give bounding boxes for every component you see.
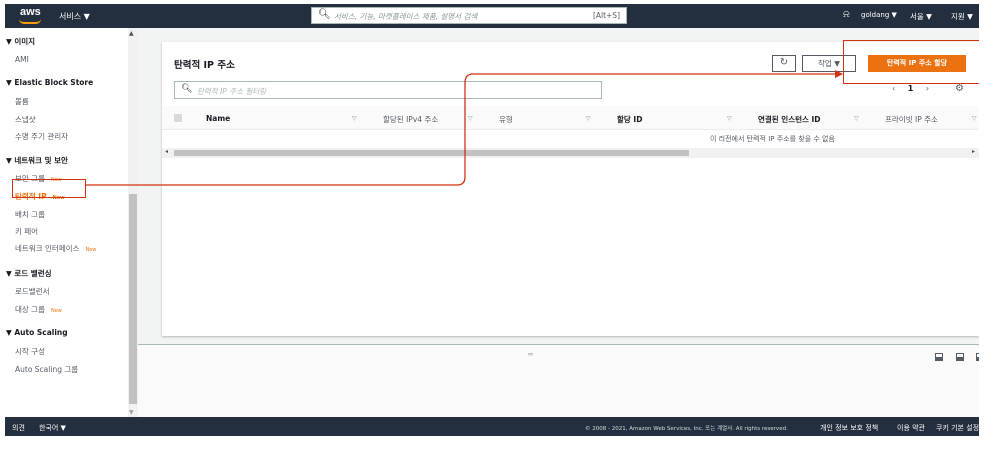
annotation-arrow (86, 70, 843, 186)
arrow-line (86, 73, 837, 186)
arrow-head (835, 70, 843, 78)
console-window: aws 서비스 ▼ 🔍︎ 서비스, 기능, 마켓플레이스 제품, 설명서 검색 … (5, 4, 979, 436)
